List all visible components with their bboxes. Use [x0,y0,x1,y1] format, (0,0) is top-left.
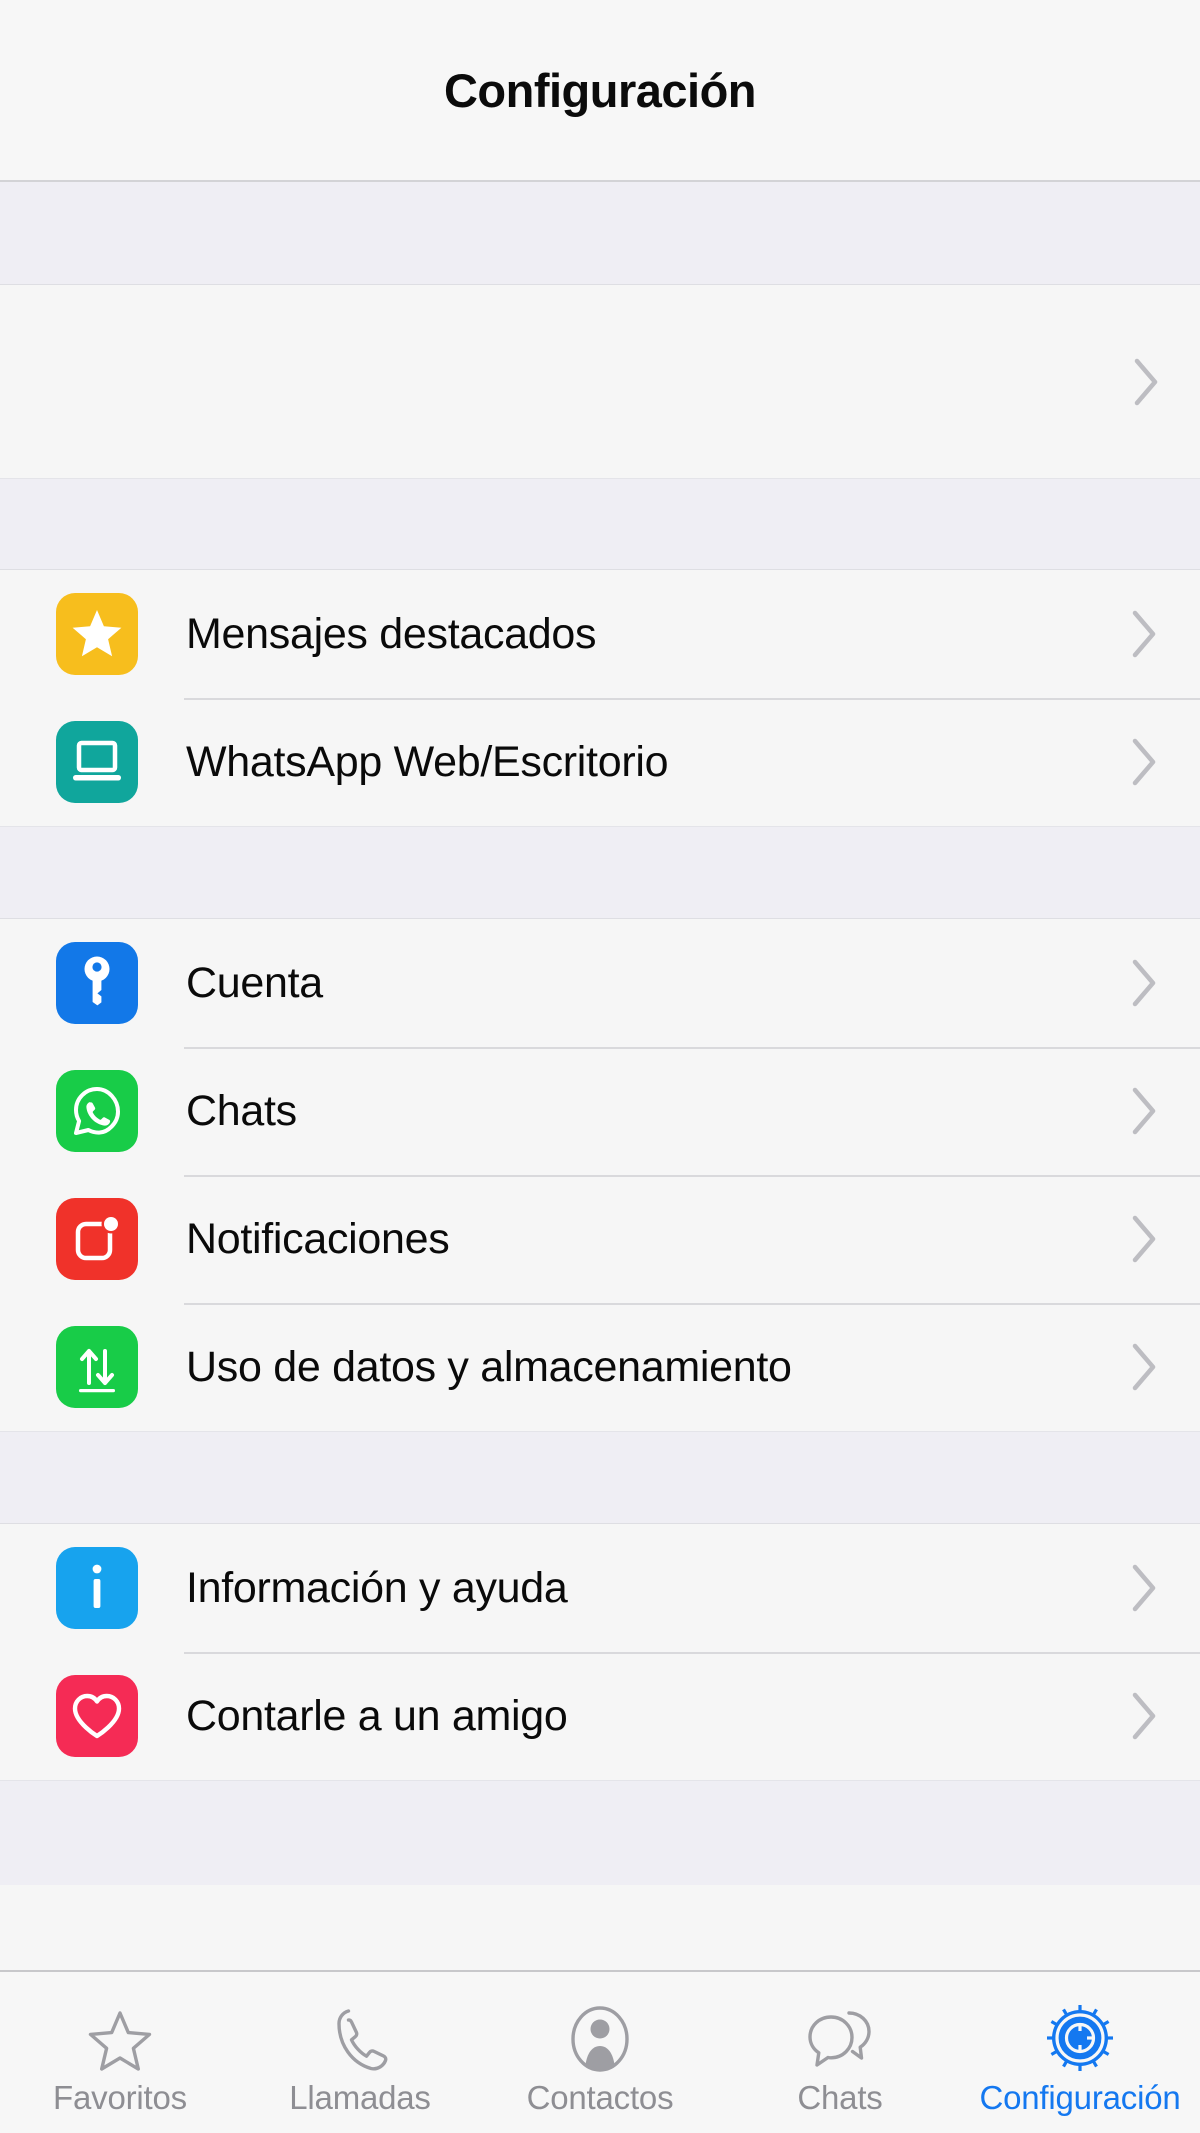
help-group: Información y ayuda Contarle a un amigo [0,1524,1200,1780]
info-icon [56,1547,138,1629]
settings-scroll-content: Mensajes destacados WhatsApp Web/Escrito… [0,182,1200,1970]
settings-row-info-help[interactable]: Información y ayuda [0,1524,1200,1652]
settings-row-label: Cuenta [186,958,323,1007]
settings-row-label: Chats [186,1086,297,1135]
settings-row-label: WhatsApp Web/Escritorio [186,737,669,786]
chevron-right-icon [1132,1087,1158,1135]
tab-configuracion[interactable]: Configuración [960,1972,1200,2133]
tab-label: Contactos [526,2078,674,2116]
tab-chats[interactable]: Chats [720,1972,960,2133]
star-icon [56,593,138,675]
settings-row-label: Notificaciones [186,1214,450,1263]
section-gap-2 [0,826,1200,919]
profile-row[interactable] [0,285,1200,478]
settings-group: Cuenta Chats Notificaciones Uso de datos… [0,919,1200,1431]
phone-icon [330,1999,390,2073]
settings-row-notifications[interactable]: Notificaciones [0,1175,1200,1303]
chevron-right-icon [1132,1343,1158,1391]
settings-row-label: Contarle a un amigo [186,1691,568,1740]
notification-badge-icon [56,1198,138,1280]
heart-icon [56,1675,138,1757]
chevron-right-icon [1132,1692,1158,1740]
settings-row-label: Mensajes destacados [186,609,597,658]
chevron-right-icon [1132,959,1158,1007]
star-outline-icon [87,1999,153,2073]
settings-row-data-storage[interactable]: Uso de datos y almacenamiento [0,1303,1200,1431]
settings-row-tell-a-friend[interactable]: Contarle a un amigo [0,1652,1200,1780]
settings-row-account[interactable]: Cuenta [0,919,1200,1047]
settings-row-whatsapp-web[interactable]: WhatsApp Web/Escritorio [0,698,1200,826]
gear-icon [1045,1999,1115,2073]
chat-bubbles-icon [805,1999,875,2073]
tab-label: Chats [797,2078,883,2116]
chevron-right-icon [1132,1564,1158,1612]
navigation-bar: Configuración [0,0,1200,182]
page-title: Configuración [443,63,757,117]
section-gap-3 [0,1431,1200,1524]
settings-row-label: Información y ayuda [186,1563,568,1612]
tab-label: Configuración [979,2078,1181,2116]
chevron-right-icon [1132,610,1158,658]
settings-row-chats[interactable]: Chats [0,1047,1200,1175]
settings-row-starred-messages[interactable]: Mensajes destacados [0,570,1200,698]
chevron-right-icon [1134,358,1160,406]
tab-label: Llamadas [289,2078,431,2116]
data-transfer-icon [56,1326,138,1408]
settings-row-label: Uso de datos y almacenamiento [186,1342,792,1391]
tab-favoritos[interactable]: Favoritos [0,1972,240,2133]
tab-llamadas[interactable]: Llamadas [240,1972,480,2133]
section-gap-1 [0,478,1200,570]
person-icon [569,1999,631,2073]
key-icon [56,942,138,1024]
chevron-right-icon [1132,1215,1158,1263]
tab-contactos[interactable]: Contactos [480,1972,720,2133]
tab-label: Favoritos [53,2078,187,2116]
tab-bar: Favoritos Llamadas Contactos Chats Confi… [0,1970,1200,2133]
section-gap-top [0,182,1200,285]
profile-group [0,285,1200,478]
starred-group: Mensajes destacados WhatsApp Web/Escrito… [0,570,1200,826]
whatsapp-settings-screen: Configuración Mensajes destacados WhatsA… [0,0,1200,2133]
whatsapp-icon [56,1070,138,1152]
section-gap-bottom [0,1780,1200,1885]
laptop-icon [56,721,138,803]
chevron-right-icon [1132,738,1158,786]
